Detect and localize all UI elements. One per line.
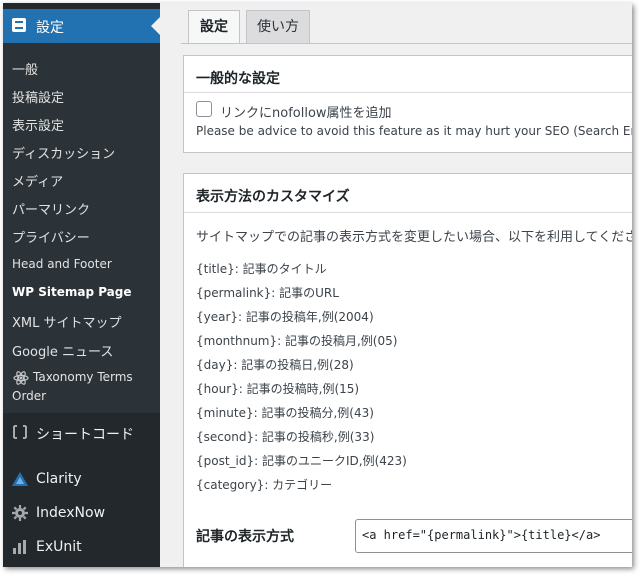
tag-description: : 記事の投稿秒,例(33) [254, 430, 375, 444]
tag-description: : 記事のユニークID,例(423) [254, 454, 407, 468]
tag-description: : カテゴリー [264, 478, 333, 492]
submenu-xml-sitemap[interactable]: XML サイトマップ [12, 312, 122, 331]
submenu-permalink[interactable]: パーマリンク [12, 199, 90, 218]
tag-name: {monthnum} [196, 334, 278, 348]
submenu-taxonomy-terms-order[interactable]: Taxonomy Terms Order [3, 367, 160, 407]
template-tag-row: {post_id}: 記事のユニークID,例(423) [196, 452, 407, 469]
indexnow-icon [12, 505, 28, 521]
tag-name: {permalink} [196, 286, 272, 300]
tag-name: {category} [196, 478, 265, 492]
format-input[interactable]: <a href="{permalink}">{title}</a> [355, 519, 632, 553]
template-tag-row: {second}: 記事の投稿秒,例(33) [196, 428, 374, 445]
format-label: 記事の表示方式 [196, 529, 294, 545]
nofollow-help-text: Please be advice to avoid this feature a… [196, 124, 632, 138]
submenu-google-news[interactable]: Google ニュース [12, 341, 113, 360]
intro-text: サイトマップでの記事の表示方式を変更したい場合、以下を利用してくださ [196, 230, 632, 245]
sidebar-item-indexnow[interactable]: IndexNow [3, 496, 160, 530]
sidebar-item-label: ExUnit [36, 539, 82, 555]
submenu-privacy[interactable]: プライバシー [12, 227, 90, 246]
sidebar-item-settings[interactable]: 設定 [3, 9, 160, 43]
submenu-media[interactable]: メディア [12, 171, 63, 190]
submenu-discussion[interactable]: ディスカッション [12, 143, 115, 162]
tag-name: {day} [196, 358, 234, 372]
settings-icon [12, 18, 26, 32]
submenu-head-and-footer[interactable]: Head and Footer [12, 257, 112, 271]
submenu-wp-sitemap-page[interactable]: WP Sitemap Page [12, 285, 132, 299]
template-tag-row: {title}: 記事のタイトル [196, 260, 327, 277]
sidebar-item-label: Order [12, 389, 47, 403]
tag-name: {hour} [196, 382, 239, 396]
divider [184, 92, 632, 93]
divider [184, 212, 632, 213]
tab-divider [181, 43, 632, 44]
nofollow-label: リンクにnofollow属性を追加 [220, 106, 392, 121]
template-tag-row: {day}: 記事の投稿日,例(28) [196, 356, 354, 373]
panel-title: 表示方法のカスタマイズ [196, 189, 350, 205]
template-tag-row: {hour}: 記事の投稿時,例(15) [196, 380, 359, 397]
clarity-icon [12, 472, 28, 486]
template-tag-row: {year}: 記事の投稿年,例(2004) [196, 308, 374, 325]
shortcode-icon [13, 425, 27, 439]
tag-name: {year} [196, 310, 239, 324]
template-tag-row: {monthnum}: 記事の投稿月,例(05) [196, 332, 397, 349]
exunit-icon [13, 540, 26, 554]
tag-description: : 記事の投稿年,例(2004) [238, 310, 374, 324]
settings-submenu: 一般 投稿設定 表示設定 ディスカッション メディア パーマリンク プライバシー… [3, 43, 160, 413]
panel-title: 一般的な設定 [196, 71, 280, 87]
template-tag-row: {minute}: 記事の投稿分,例(43) [196, 404, 374, 421]
sidebar-item-label: ショートコード [36, 427, 134, 443]
submenu-writing[interactable]: 投稿設定 [12, 87, 64, 106]
tag-description: : 記事の投稿分,例(43) [253, 406, 374, 420]
template-tag-row: {permalink}: 記事のURL [196, 284, 339, 301]
tag-name: {minute} [196, 406, 254, 420]
sidebar-item-clarity[interactable]: Clarity [3, 462, 160, 496]
tag-description: : 記事のタイトル [234, 262, 327, 276]
submenu-reading[interactable]: 表示設定 [12, 115, 64, 134]
tag-name: {title} [196, 262, 235, 276]
sidebar-item-label: Taxonomy Terms [33, 370, 133, 384]
nofollow-checkbox[interactable] [196, 101, 212, 117]
wp-admin-window: 設定 一般 投稿設定 表示設定 ディスカッション メディア パーマリンク プライ… [3, 3, 632, 567]
tag-description: : 記事のURL [271, 286, 339, 300]
admin-sidebar: 設定 一般 投稿設定 表示設定 ディスカッション メディア パーマリンク プライ… [3, 3, 160, 567]
display-customize-panel: 表示方法のカスタマイズ サイトマップでの記事の表示方式を変更したい場合、以下を利… [183, 173, 632, 567]
tab-settings[interactable]: 設定 [188, 10, 240, 43]
tag-name: {post_id} [196, 454, 255, 468]
tag-description: : 記事の投稿日,例(28) [233, 358, 354, 372]
tag-name: {second} [196, 430, 255, 444]
submenu-general[interactable]: 一般 [12, 59, 38, 78]
general-settings-panel: 一般的な設定 リンクにnofollow属性を追加 Please be advic… [183, 55, 632, 153]
atom-icon [13, 371, 29, 385]
tag-description: : 記事の投稿時,例(15) [238, 382, 360, 396]
sidebar-item-label: Clarity [36, 471, 82, 487]
sidebar-item-label: IndexNow [36, 505, 106, 521]
sidebar-item-exunit[interactable]: ExUnit [3, 530, 160, 564]
tag-description: : 記事の投稿月,例(05) [277, 334, 398, 348]
template-tag-row: {category}: カテゴリー [196, 476, 332, 493]
sidebar-item-shortcode[interactable]: ショートコード [3, 415, 160, 449]
sidebar-item-label: 設定 [36, 20, 64, 36]
tab-how-to-use[interactable]: 使い方 [246, 10, 310, 43]
